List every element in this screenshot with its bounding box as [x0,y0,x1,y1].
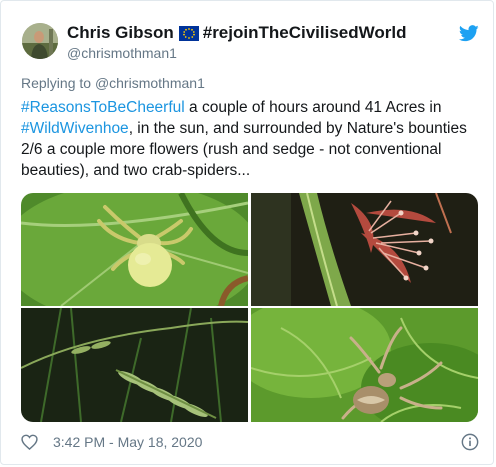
tweet-text-segment: a couple of hours around 41 Acres in [184,99,442,116]
hashtag-link[interactable]: #WildWivenhoe [21,120,129,137]
reply-context: Replying to @chrismothman1 [21,75,205,91]
author-handle[interactable]: @chrismothman1 [67,45,177,61]
tweet-text: #ReasonsToBeCheerful a couple of hours a… [21,97,481,181]
reply-prefix: Replying to [21,75,92,91]
avatar[interactable] [22,23,58,59]
timestamp[interactable]: 3:42 PM - May 18, 2020 [53,432,202,452]
yellow-crab-spider-photo[interactable] [21,193,248,306]
author-name[interactable]: Chris Gibson [67,23,174,42]
eu-flag-icon [178,26,199,41]
tweet-card: Chris Gibson #rejoinTheCivilisedWorld @c… [0,0,494,465]
sedge-grass-photo[interactable] [21,308,248,422]
author-tagline: #rejoinTheCivilisedWorld [202,23,407,42]
hashtag-link[interactable]: #ReasonsToBeCheerful [21,99,185,116]
author-line: Chris Gibson #rejoinTheCivilisedWorld [67,23,406,43]
reply-to-handle[interactable]: @chrismothman1 [95,75,205,91]
brown-crab-spider-photo[interactable] [251,308,478,422]
twitter-bird-icon[interactable] [459,25,479,42]
tweet-footer: 3:42 PM - May 18, 2020 [21,432,481,452]
rush-flower-photo[interactable] [251,193,478,306]
heart-icon[interactable] [21,434,38,450]
media-grid [21,193,478,422]
info-icon[interactable] [461,433,479,451]
